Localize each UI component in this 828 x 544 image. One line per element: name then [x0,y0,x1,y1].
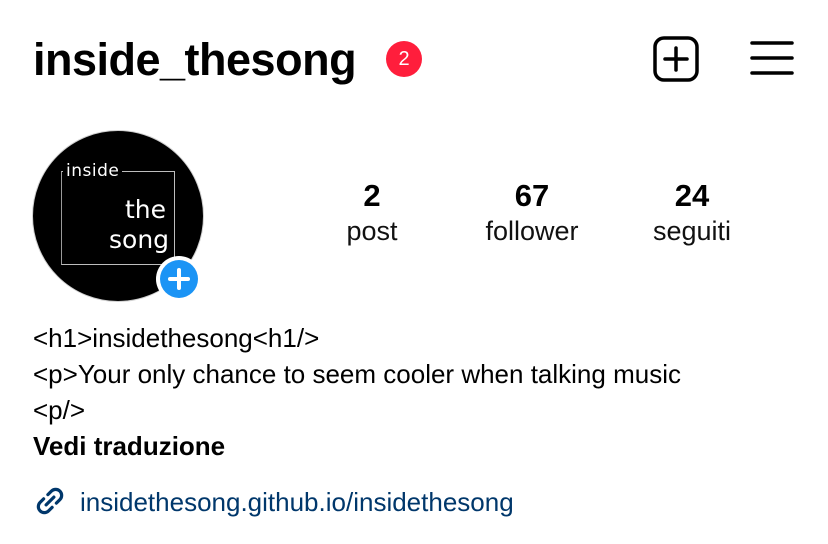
followers-stat[interactable]: 67 follower [457,178,607,248]
logo-text-inside: inside [63,161,123,181]
hamburger-menu-icon [750,41,794,75]
posts-count: 2 [363,178,381,213]
posts-stat[interactable]: 2 post [297,178,447,248]
menu-button[interactable] [750,38,794,78]
logo-text-the: the [125,195,167,224]
add-story-button[interactable] [156,256,202,302]
link-icon [36,487,64,515]
followers-count: 67 [514,178,550,213]
username-title[interactable]: inside_thesong [33,34,357,86]
notification-badge[interactable]: 2 [386,41,422,77]
posts-label: post [346,216,398,246]
followers-label: follower [485,216,579,246]
following-count: 24 [674,178,710,213]
following-label: seguiti [652,216,732,246]
plus-square-icon [653,36,699,82]
bio-line-3: <p/> [33,395,86,425]
bio-line-1: <h1>insidethesong<h1/> [33,323,320,353]
website-link[interactable]: insidethesong.github.io/insidethesong [80,484,514,520]
profile-header: inside_thesong 2 [0,0,828,120]
add-story-circle [160,260,198,298]
create-post-button[interactable] [652,35,700,83]
logo-text-song: song [107,225,174,254]
following-stat[interactable]: 24 seguiti [617,178,767,248]
bio-line-2: <p>Your only chance to seem cooler when … [33,359,681,389]
profile-bio: <h1>insidethesong<h1/> <p>Your only chan… [33,320,813,464]
plus-icon [168,268,190,290]
see-translation-link[interactable]: Vedi traduzione [33,428,813,464]
